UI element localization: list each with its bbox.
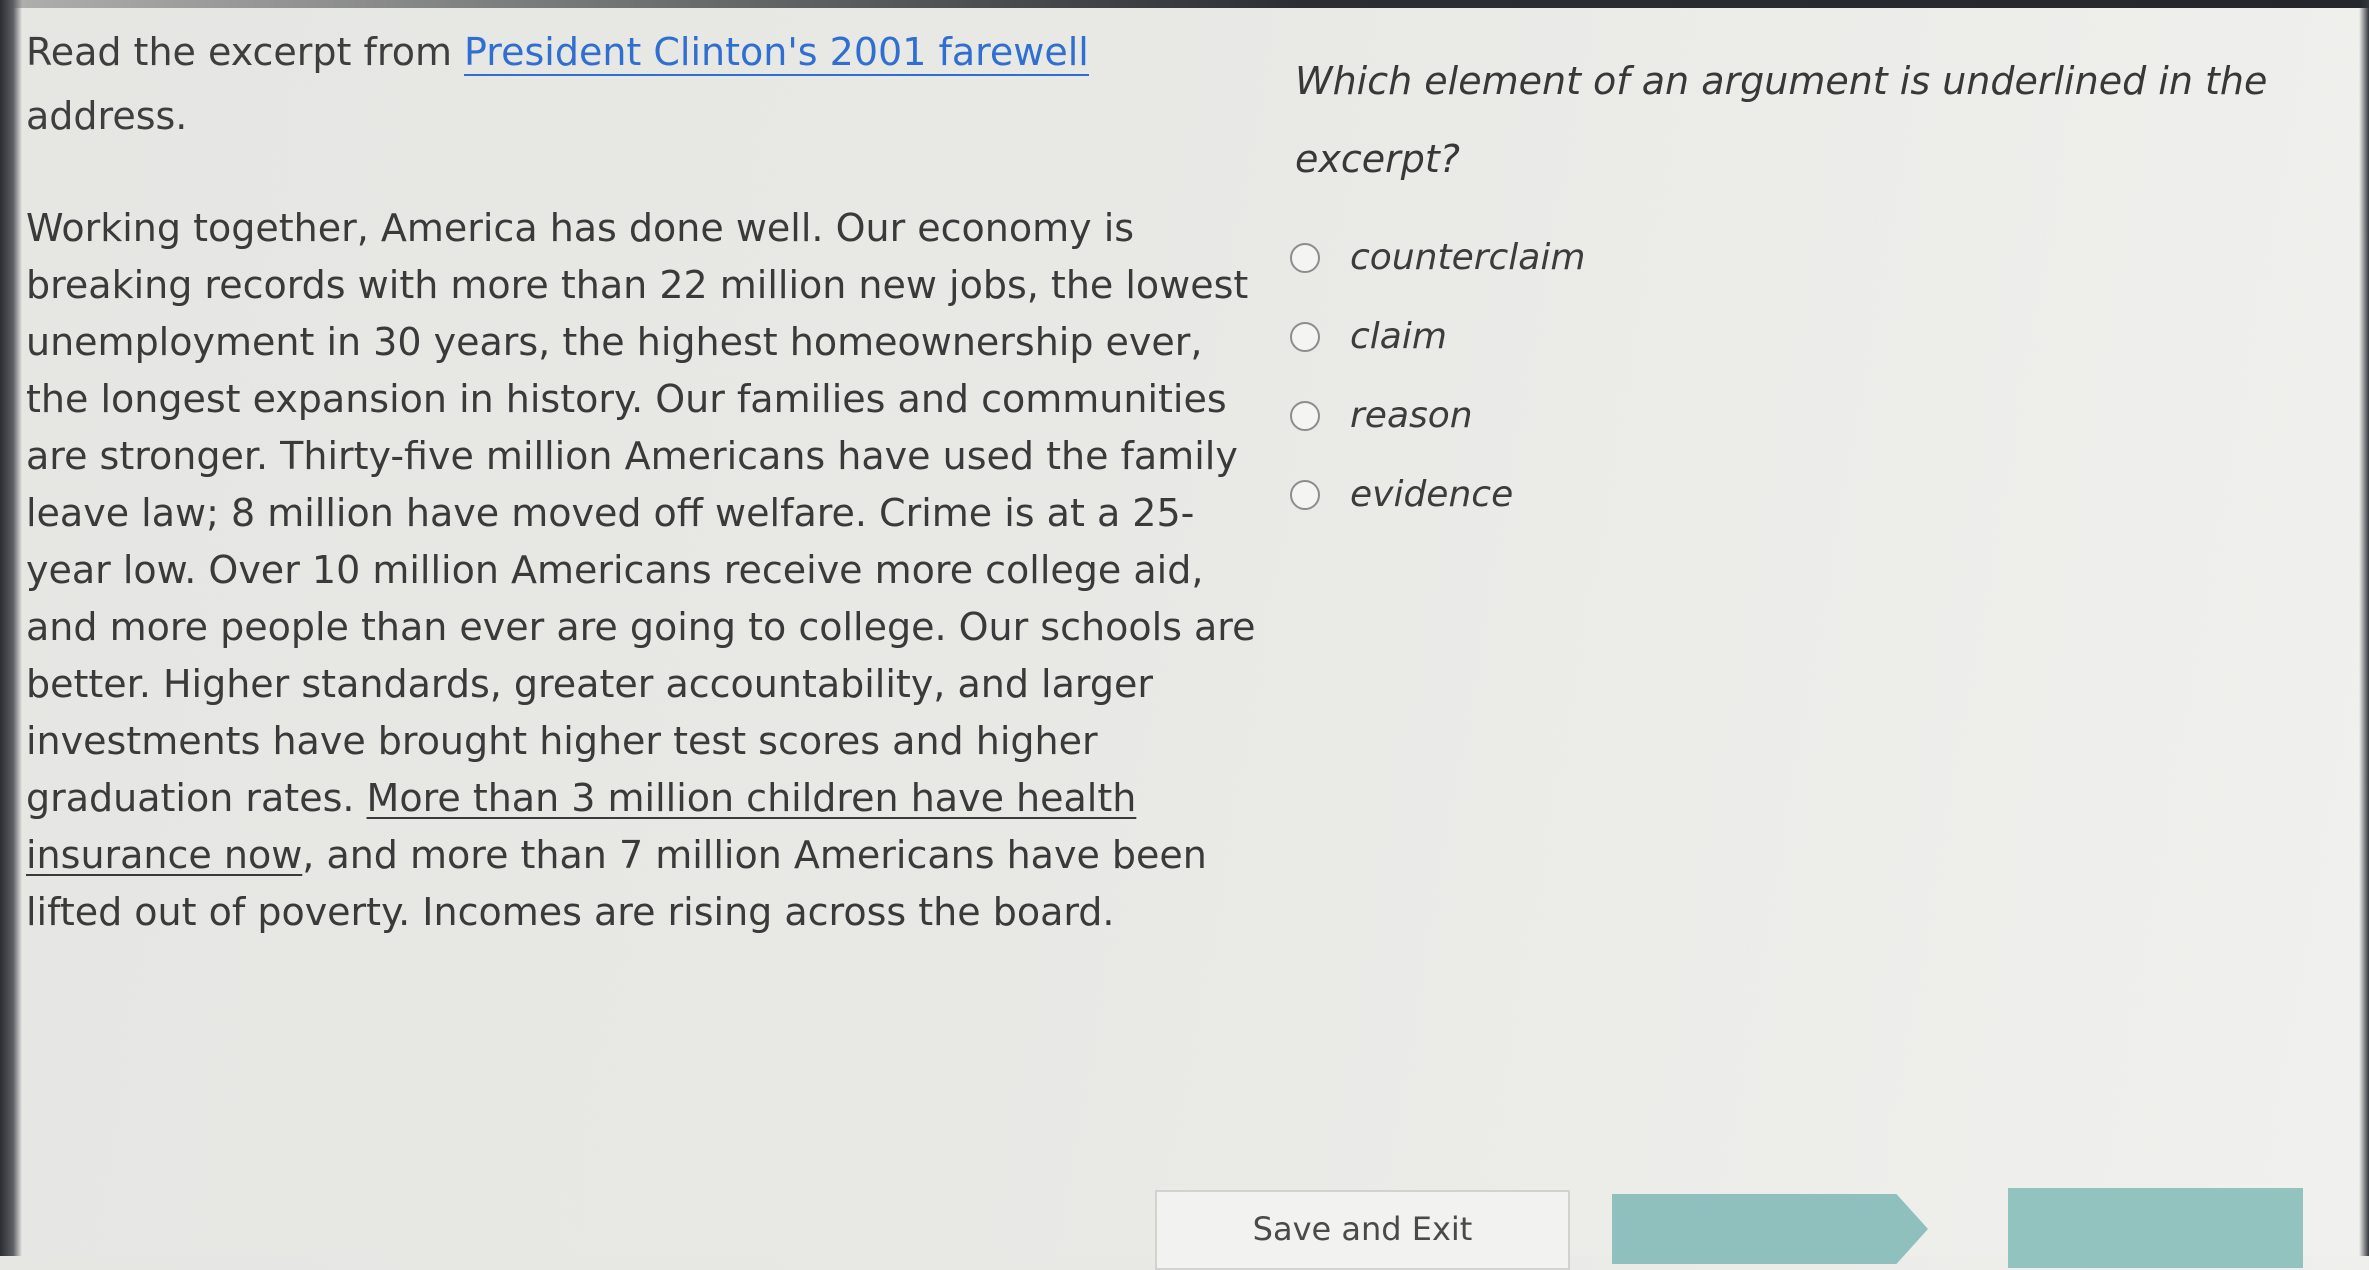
option-claim[interactable]: claim xyxy=(1290,297,1890,376)
option-label: counterclaim xyxy=(1350,237,1586,278)
option-evidence[interactable]: evidence xyxy=(1290,455,1890,534)
prompt-text-start: Read the excerpt from xyxy=(26,30,465,74)
option-counterclaim[interactable]: counterclaim xyxy=(1290,218,1890,297)
radio-button-icon[interactable] xyxy=(1290,400,1320,431)
screen-left-bezel xyxy=(0,0,22,1256)
option-label: evidence xyxy=(1350,474,1514,515)
option-reason[interactable]: reason xyxy=(1290,376,1890,455)
radio-button-icon[interactable] xyxy=(1290,242,1320,273)
option-label: reason xyxy=(1350,395,1473,436)
radio-button-icon[interactable] xyxy=(1290,479,1320,510)
question-text: Which element of an argument is underlin… xyxy=(1295,59,2268,181)
radio-button-icon[interactable] xyxy=(1290,321,1320,352)
option-label: claim xyxy=(1350,316,1447,357)
window-top-edge xyxy=(0,0,2369,8)
save-and-exit-button[interactable]: Save and Exit xyxy=(1155,1190,1570,1270)
prompt-text-end: address. xyxy=(26,94,188,138)
answer-options: counterclaim claim reason evidence xyxy=(1290,218,1890,534)
submit-button[interactable] xyxy=(2008,1188,2303,1268)
excerpt-passage: Working together, America has done well.… xyxy=(26,200,1256,941)
passage-text-start: Working together, America has done well.… xyxy=(26,206,1256,820)
reading-prompt: Read the excerpt from President Clinton'… xyxy=(26,20,1256,148)
next-button[interactable] xyxy=(1612,1194,1928,1264)
source-link[interactable]: President Clinton's 2001 farewell xyxy=(464,30,1089,76)
screen-right-bezel xyxy=(2359,0,2369,1256)
